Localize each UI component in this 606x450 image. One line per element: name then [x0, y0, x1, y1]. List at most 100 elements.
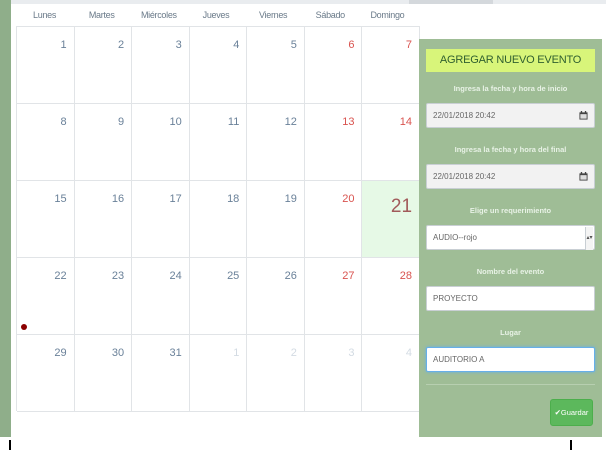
day-cell[interactable]: 20 — [304, 181, 363, 258]
day-cell-today[interactable]: 21 — [362, 181, 421, 258]
day-number: 12 — [284, 116, 297, 128]
day-number: 23 — [111, 270, 125, 282]
day-number: 9 — [118, 116, 125, 128]
bottom-bar — [0, 437, 606, 450]
day-cell[interactable]: 13 — [304, 104, 363, 181]
day-cell[interactable]: 15 — [17, 181, 75, 258]
place-value: AUDITORIO A — [433, 355, 485, 364]
day-number: 4 — [233, 39, 240, 51]
day-number: 14 — [399, 116, 413, 128]
event-dot[interactable] — [21, 324, 27, 330]
save-button[interactable]: ✔Guardar — [550, 399, 593, 426]
day-cell[interactable]: 6 — [304, 27, 363, 104]
day-cell[interactable]: 14 — [362, 104, 421, 181]
day-cell[interactable]: 12 — [247, 104, 305, 181]
day-number: 25 — [227, 270, 240, 282]
day-cell[interactable]: 9 — [74, 104, 133, 181]
day-cell[interactable]: 30 — [74, 335, 133, 412]
day-number: 7 — [405, 39, 413, 51]
calendar-grid: 1 2 3 4 5 6 7 8 9 10 11 12 13 14 15 16 1… — [16, 26, 421, 412]
day-number: 28 — [399, 270, 413, 282]
day-number: 19 — [284, 193, 297, 205]
start-datetime-label: Ingresa la fecha y hora de inicio — [453, 84, 568, 93]
day-cell[interactable]: 29 — [17, 335, 75, 412]
day-cell[interactable]: 23 — [74, 258, 133, 335]
day-cell[interactable]: 4 — [189, 27, 248, 104]
day-number: 30 — [111, 347, 125, 359]
start-datetime-input[interactable]: 22/01/2018 20:42 — [426, 103, 595, 128]
day-cell[interactable]: 24 — [132, 258, 190, 335]
start-datetime-value: 22/01/2018 20:42 — [433, 111, 496, 120]
day-number: 3 — [348, 347, 355, 359]
day-number: 20 — [342, 193, 355, 205]
day-cell[interactable]: 1 — [17, 27, 75, 104]
day-cell[interactable]: 2 — [74, 27, 133, 104]
day-number: 27 — [342, 270, 355, 282]
day-number: 17 — [169, 193, 182, 205]
app-screen: Lunes Martes Miércoles Jueves Viernes Sá… — [0, 0, 606, 450]
weekday-monday: Lunes — [33, 10, 57, 20]
day-number: 26 — [284, 270, 297, 282]
calendar-week: 29 30 31 1 2 3 4 — [17, 335, 421, 412]
calendar-week: 8 9 10 11 12 13 14 — [17, 104, 421, 181]
day-number: 22 — [54, 270, 67, 282]
day-cell[interactable]: 25 — [189, 258, 248, 335]
day-cell[interactable]: 7 — [362, 27, 421, 104]
end-datetime-input[interactable]: 22/01/2018 20:42 — [426, 164, 595, 189]
day-cell[interactable]: 19 — [247, 181, 305, 258]
day-number: 2 — [118, 39, 125, 51]
day-cell[interactable]: 31 — [132, 335, 190, 412]
calendar-week: 1 2 3 4 5 6 7 — [17, 27, 421, 104]
day-cell[interactable]: 11 — [189, 104, 248, 181]
day-cell[interactable]: 3 — [132, 27, 190, 104]
calendar-icon[interactable] — [579, 172, 588, 181]
requirement-value: AUDIO--rojo — [433, 233, 478, 242]
day-cell-next-month[interactable]: 4 — [362, 335, 421, 412]
day-number: 16 — [111, 193, 125, 205]
day-cell[interactable]: 28 — [362, 258, 421, 335]
chevron-updown-icon[interactable]: ▴▾ — [585, 227, 593, 250]
weekday-saturday: Sábado — [315, 10, 346, 20]
event-name-value: PROYECTO — [433, 294, 478, 303]
day-number: 8 — [60, 116, 67, 128]
top-tab — [409, 0, 493, 4]
day-number: 1 — [233, 347, 240, 359]
day-number: 4 — [405, 347, 413, 359]
right-edge-mark — [570, 440, 572, 450]
place-input[interactable]: AUDITORIO A — [426, 347, 595, 372]
add-event-panel: AGREGAR NUEVO EVENTO Ingresa la fecha y … — [419, 39, 602, 450]
event-name-label: Nombre del evento — [476, 267, 545, 276]
form-divider — [426, 384, 595, 385]
day-cell[interactable]: 8 — [17, 104, 75, 181]
event-name-input[interactable]: PROYECTO — [426, 286, 595, 311]
day-number: 5 — [290, 39, 297, 51]
day-cell[interactable]: 18 — [189, 181, 248, 258]
day-cell-next-month[interactable]: 2 — [247, 335, 305, 412]
weekday-wednesday: Miércoles — [140, 10, 177, 20]
day-cell-next-month[interactable]: 1 — [189, 335, 248, 412]
requirement-select[interactable]: AUDIO--rojo ▴▾ — [426, 225, 595, 250]
day-cell[interactable]: 22 — [17, 258, 75, 335]
day-cell[interactable]: 26 — [247, 258, 305, 335]
day-number: 13 — [342, 116, 355, 128]
left-edge-mark — [9, 440, 11, 450]
day-number: 11 — [227, 116, 240, 128]
day-number: 6 — [348, 39, 355, 51]
day-cell[interactable]: 10 — [132, 104, 190, 181]
weekday-thursday: Jueves — [202, 10, 230, 20]
day-number: 3 — [175, 39, 182, 51]
day-cell[interactable]: 17 — [132, 181, 190, 258]
day-number: 24 — [169, 270, 182, 282]
day-cell[interactable]: 16 — [74, 181, 133, 258]
place-label: Lugar — [500, 328, 521, 337]
day-cell-next-month[interactable]: 3 — [304, 335, 363, 412]
day-number: 2 — [290, 347, 297, 359]
day-number-today: 21 — [390, 196, 413, 217]
day-cell[interactable]: 27 — [304, 258, 363, 335]
calendar-icon[interactable] — [579, 111, 588, 120]
weekday-tuesday: Martes — [88, 10, 115, 20]
calendar-week: 15 16 17 18 19 20 21 — [17, 181, 421, 258]
day-number: 18 — [227, 193, 240, 205]
left-edge-strip — [0, 0, 11, 437]
day-cell[interactable]: 5 — [247, 27, 305, 104]
